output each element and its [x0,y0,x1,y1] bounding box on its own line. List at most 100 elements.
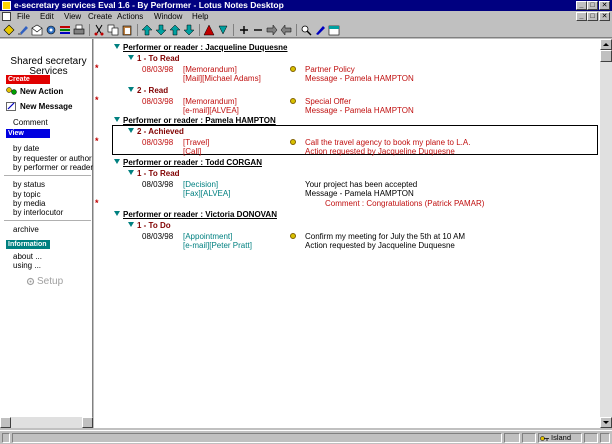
view-by-performer[interactable]: by performer or reader [13,163,93,172]
new-message-button[interactable]: New Message [6,102,72,112]
collapse-triangle-icon[interactable] [128,55,134,60]
entry-subject[interactable]: Call the travel agency to book my plane … [305,138,470,147]
group-head-jacqueline[interactable]: Performer or reader : Jacqueline Duquesn… [114,43,288,52]
collapse-triangle-icon[interactable] [114,159,120,164]
comment-link[interactable]: Comment [13,118,48,127]
entry-date[interactable]: 08/03/98 [142,180,173,189]
entry-type[interactable]: [Travel] [183,138,209,147]
group-head-victoria[interactable]: Performer or reader : Victoria DONOVAN [114,210,277,219]
sub-head-to-do[interactable]: 1 - To Do [128,221,171,230]
maximize-button[interactable]: □ [587,1,598,10]
sub-head-read[interactable]: 2 - Read [128,86,168,95]
pen-icon[interactable] [314,24,326,36]
entry-type[interactable]: [Appointment] [183,232,232,241]
open-database-icon[interactable] [3,24,15,36]
view-pane[interactable]: Performer or reader : Jacqueline Duquesn… [94,39,600,428]
menu-help[interactable]: Help [192,11,208,22]
doc-close-button[interactable]: ✕ [599,12,610,21]
scroll-up-button[interactable] [600,39,612,50]
scroll-right-button[interactable] [82,417,93,428]
menu-view[interactable]: View [64,11,81,22]
document-menu-icon[interactable] [2,12,11,21]
group-head-pamela[interactable]: Performer or reader : Pamela HAMPTON [114,116,276,125]
forward-icon[interactable] [266,24,278,36]
view-by-requester[interactable]: by requester or author [13,154,92,163]
collapse-icon[interactable] [217,24,229,36]
entry-subject-detail[interactable]: Action requested by Jacqueline Duquesne [305,241,455,250]
collapse-triangle-icon[interactable] [128,128,134,133]
expand-icon[interactable] [203,24,215,36]
app-icon[interactable] [2,1,11,10]
scroll-thumb[interactable] [600,50,612,62]
view-by-status[interactable]: by status [13,180,45,189]
entry-comment[interactable]: Comment : Congratulations (Patrick PAMAR… [325,199,484,208]
vertical-scrollbar[interactable] [600,39,612,428]
collapse-triangle-icon[interactable] [114,211,120,216]
cut-icon[interactable] [93,24,105,36]
entry-type[interactable]: [Memorandum] [183,65,237,74]
view-by-topic[interactable]: by topic [13,190,41,199]
minimize-button[interactable]: _ [576,1,587,10]
print-icon[interactable] [73,24,85,36]
menu-edit[interactable]: Edit [40,11,54,22]
entry-subject[interactable]: Special Offer [305,97,351,106]
entry-subject-detail[interactable]: Message - Pamela HAMPTON [305,189,414,198]
entry-date[interactable]: 08/03/98 [142,97,173,106]
status-indicator[interactable] [2,433,10,443]
reply-icon[interactable] [280,24,292,36]
scroll-down-button[interactable] [600,417,612,428]
menu-window[interactable]: Window [154,11,182,22]
entry-date[interactable]: 08/03/98 [142,232,173,241]
view-by-media[interactable]: by media [13,199,45,208]
menu-actions[interactable]: Actions [117,11,143,22]
collapse-triangle-icon[interactable] [114,44,120,49]
entry-type[interactable]: [Memorandum] [183,97,237,106]
entry-media[interactable]: [Fax][ALVEA] [183,189,230,198]
info-using[interactable]: using ... [13,261,41,270]
navigate-prev-icon[interactable] [141,24,153,36]
entry-media[interactable]: [e-mail][ALVEA] [183,106,239,115]
navigator-horizontal-scrollbar[interactable] [0,417,93,428]
navigate-next-icon[interactable] [155,24,167,36]
close-button[interactable]: ✕ [599,1,610,10]
calendar-icon[interactable] [328,24,340,36]
database-icon[interactable] [45,24,57,36]
entry-type[interactable]: [Decision] [183,180,218,189]
entry-subject[interactable]: Your project has been accepted [305,180,417,189]
collapse-triangle-icon[interactable] [128,222,134,227]
copy-icon[interactable] [107,24,119,36]
paste-icon[interactable] [121,24,133,36]
menu-create[interactable]: Create [88,11,112,22]
entry-subject-detail[interactable]: Message - Pamela HAMPTON [305,106,414,115]
entry-subject[interactable]: Partner Policy [305,65,355,74]
minus-icon[interactable] [252,24,264,36]
properties-icon[interactable] [59,24,71,36]
entry-media[interactable]: [Mail][Michael Adams] [183,74,261,83]
entry-date[interactable]: 08/03/98 [142,138,173,147]
status-cell[interactable] [522,433,536,443]
entry-subject[interactable]: Confirm my meeting for July the 5th at 1… [305,232,465,241]
mail-status-cell[interactable] [584,433,598,443]
sub-head-to-read[interactable]: 1 - To Read [128,169,180,178]
new-action-button[interactable]: New Action [6,87,63,96]
group-head-todd[interactable]: Performer or reader : Todd CORGAN [114,158,262,167]
mail-icon[interactable] [31,24,43,36]
doc-restore-button[interactable]: □ [587,12,598,21]
entry-subject-detail[interactable]: Action requested by Jacqueline Duquesne [305,147,455,156]
navigate-up-icon[interactable] [169,24,181,36]
entry-date[interactable]: 08/03/98 [142,65,173,74]
navigate-down-icon[interactable] [183,24,195,36]
collapse-triangle-icon[interactable] [128,170,134,175]
plus-icon[interactable] [238,24,250,36]
search-icon[interactable] [300,24,312,36]
entry-media[interactable]: [Call] [183,147,201,156]
view-by-date[interactable]: by date [13,144,39,153]
menu-file[interactable]: File [17,11,30,22]
doc-minimize-button[interactable]: _ [576,12,587,21]
sub-head-achieved[interactable]: 2 - Achieved [128,127,184,136]
setup-button[interactable]: Setup [26,276,63,287]
entry-media[interactable]: [e-mail][Peter Pratt] [183,241,252,250]
view-archive[interactable]: archive [13,225,39,234]
info-about[interactable]: about ... [13,252,42,261]
sub-head-to-read[interactable]: 1 - To Read [128,54,180,63]
